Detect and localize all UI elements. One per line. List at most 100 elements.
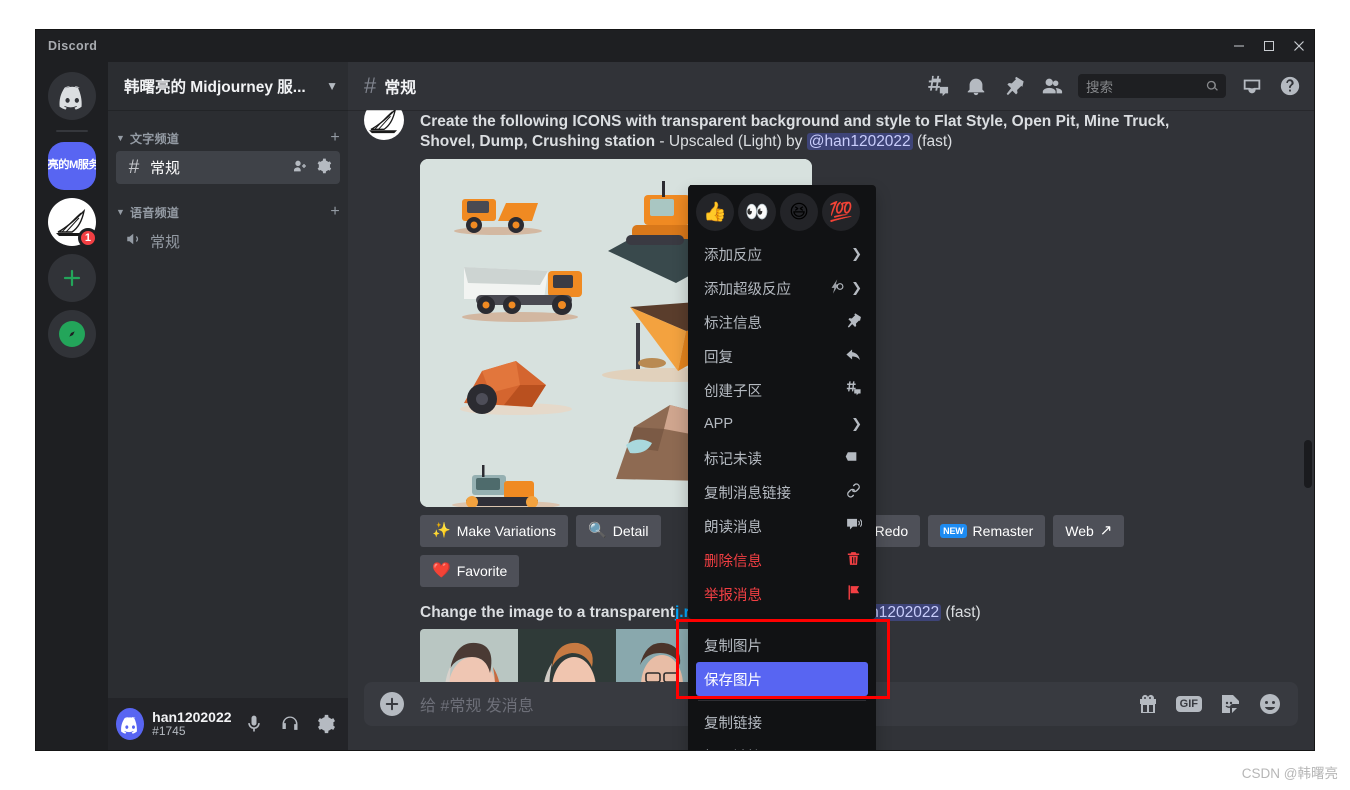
pin-icon[interactable] (998, 70, 1030, 102)
menu-item-speak-message[interactable]: 朗读消息 (696, 509, 868, 543)
detail-button[interactable]: 🔍 Detail (576, 514, 661, 547)
guild-home-button[interactable] (48, 72, 96, 120)
gif-icon[interactable]: GIF (1175, 696, 1202, 712)
menu-item-copy-image[interactable]: 复制图片 (696, 628, 868, 662)
speak-icon (845, 516, 863, 537)
midjourney-sail-icon (369, 110, 398, 134)
make-variations-button[interactable]: ✨ Make Variations (420, 514, 569, 547)
portrait-thumbnail[interactable] (420, 629, 518, 682)
message-scrollbar-thumb[interactable] (1304, 440, 1312, 488)
gif-label: GIF (1175, 696, 1202, 712)
category-label: 文字频道 (130, 131, 180, 146)
page-title: 常规 (384, 80, 417, 97)
menu-item-save-image[interactable]: 保存图片 (696, 662, 868, 696)
gift-icon[interactable] (1136, 692, 1160, 716)
reaction-eyes[interactable]: 👀 (738, 193, 776, 231)
menu-label: 添加反应 (704, 247, 762, 264)
maximize-icon[interactable] (1254, 30, 1284, 62)
invite-icon[interactable] (292, 158, 308, 178)
reaction-hundred[interactable]: 💯 (822, 193, 860, 231)
sidebar-item-channel-text-general[interactable]: # 常规 (116, 151, 340, 184)
menu-item-add-super-reaction[interactable]: 添加超级反应 ❯ (696, 271, 868, 305)
menu-item-add-reaction[interactable]: 添加反应 ❯ (696, 237, 868, 271)
close-icon[interactable] (1284, 30, 1314, 62)
chevron-down-icon: ▼ (326, 79, 338, 93)
reply-icon (845, 346, 862, 367)
window-title: Discord (48, 39, 98, 53)
message-suffix: (fast) (941, 603, 981, 621)
menu-item-reply[interactable]: 回复 (696, 339, 868, 373)
guild-badge: 1 (77, 228, 98, 248)
minimize-icon[interactable] (1224, 30, 1254, 62)
chevron-down-icon: ▼ (116, 207, 126, 217)
app-body: 亮的M服务 1 韩曙亮的 Midjourney 服... ▼ ▼ 文字频道 + … (36, 62, 1314, 750)
settings-icon[interactable] (312, 708, 340, 740)
menu-label: 回复 (704, 349, 733, 366)
attach-button[interactable] (380, 692, 404, 716)
flag-icon (845, 584, 862, 605)
watermark: CSDN @韩曙亮 (1241, 766, 1338, 781)
sidebar-item-channel-voice-general[interactable]: 常规 (116, 225, 340, 258)
channel-sidebar: 韩曙亮的 Midjourney 服... ▼ ▼ 文字频道 + # 常规 ▼ 语… (108, 62, 348, 750)
chevron-down-icon: ▼ (116, 133, 126, 143)
category-voice-channels[interactable]: ▼ 语音频道 + (108, 200, 348, 224)
menu-item-pin-message[interactable]: 标注信息 (696, 305, 868, 339)
link-icon (845, 482, 862, 503)
menu-item-open-link[interactable]: 打开链接 (696, 739, 868, 751)
remaster-label: Remaster (972, 522, 1034, 539)
sticker-icon[interactable] (1218, 692, 1242, 716)
window-controls (1224, 30, 1314, 62)
sparkles-icon: ✨ (432, 522, 451, 540)
mark-unread-icon (845, 448, 862, 469)
web-label: Web (1065, 522, 1094, 539)
user-identity[interactable]: han1202022 #1745 (152, 709, 231, 739)
hash-icon: # (364, 73, 377, 98)
add-server-button[interactable] (48, 254, 96, 302)
reaction-thumbsup[interactable]: 👍 (696, 193, 734, 231)
message-suffix: (fast) (912, 133, 953, 151)
members-icon[interactable] (1036, 70, 1068, 102)
plus-icon (63, 269, 81, 287)
avatar[interactable] (116, 708, 145, 740)
menu-label: 复制消息链接 (704, 485, 791, 502)
threads-icon[interactable] (922, 70, 954, 102)
guild-server-midjourney[interactable]: 1 (48, 198, 98, 248)
new-badge: NEW (940, 523, 967, 538)
mic-icon[interactable] (240, 708, 268, 740)
menu-item-create-thread[interactable]: 创建子区 (696, 373, 868, 407)
chevron-right-icon: ❯ (851, 280, 862, 295)
portrait-thumbnail[interactable] (518, 629, 616, 682)
menu-label: 标记未读 (704, 451, 762, 468)
menu-label: APP (704, 416, 734, 432)
menu-item-mark-unread[interactable]: 标记未读 (696, 441, 868, 475)
menu-item-report-message[interactable]: 举报消息 (696, 577, 868, 611)
message-prompt-bold: Change the image to a transparent (420, 603, 675, 621)
settings-icon[interactable] (316, 158, 332, 178)
message-separator: - (655, 133, 669, 151)
reaction-laugh[interactable]: 😆 (780, 193, 818, 231)
emoji-icon[interactable] (1258, 692, 1282, 716)
trash-icon (845, 550, 862, 571)
remaster-button[interactable]: NEW Remaster (928, 514, 1046, 547)
category-text-channels[interactable]: ▼ 文字频道 + (108, 126, 348, 150)
menu-item-delete-message[interactable]: 删除信息 (696, 543, 868, 577)
guild-server-han-label: 亮的M服务 (48, 159, 96, 172)
favorite-button[interactable]: ❤️ Favorite (420, 554, 520, 587)
menu-item-apps[interactable]: APP ❯ (696, 407, 868, 441)
web-button[interactable]: Web ↗ (1053, 514, 1125, 547)
explore-servers-button[interactable] (48, 310, 96, 358)
avatar[interactable] (364, 110, 404, 140)
menu-item-copy-link[interactable]: 复制链接 (696, 705, 868, 739)
headphones-icon[interactable] (276, 708, 304, 740)
channel-list: ▼ 文字频道 + # 常规 ▼ 语音频道 + 常规 (108, 110, 348, 698)
mention[interactable]: @han1202022 (806, 133, 913, 151)
header-actions: 搜索 (922, 70, 1306, 102)
search-input[interactable]: 搜索 (1078, 74, 1226, 98)
server-header[interactable]: 韩曙亮的 Midjourney 服... ▼ (108, 62, 348, 110)
bell-icon[interactable] (960, 70, 992, 102)
plus-icon (385, 697, 399, 711)
menu-item-copy-message-link[interactable]: 复制消息链接 (696, 475, 868, 509)
guild-server-han[interactable]: 亮的M服务 (48, 142, 96, 190)
inbox-icon[interactable] (1236, 70, 1268, 102)
help-icon[interactable] (1274, 70, 1306, 102)
